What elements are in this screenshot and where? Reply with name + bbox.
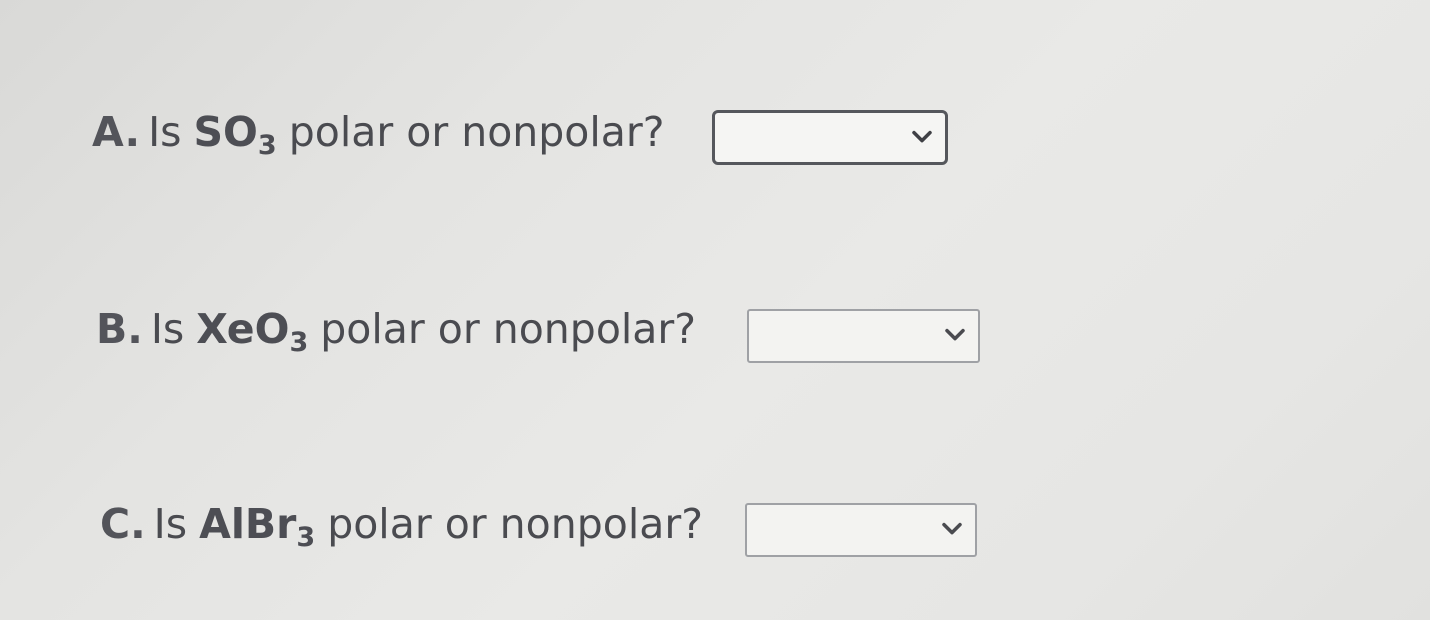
answer-select-c[interactable] [745,503,977,557]
chemical-formula: SO3 [194,112,277,161]
question-c: C. Is AlBr3 polar or nonpolar? [100,500,703,553]
question-c-text: C. Is AlBr3 polar or nonpolar? [100,500,703,553]
question-a: A. Is SO3 polar or nonpolar? [92,108,665,161]
formula-subscript: 3 [296,522,316,553]
question-letter: B. [96,305,143,353]
chevron-down-icon [945,328,965,341]
question-suffix: polar or nonpolar? [327,500,703,548]
formula-subscript: 3 [257,130,277,161]
chemical-formula: XeO3 [196,309,309,358]
question-b: B. Is XeO3 polar or nonpolar? [96,305,697,358]
question-a-text: A. Is SO3 polar or nonpolar? [92,108,665,161]
question-suffix: polar or nonpolar? [320,305,697,353]
chevron-down-icon [912,130,932,142]
formula-base: AlBr [199,500,297,548]
answer-select-a[interactable] [712,110,948,165]
question-prefix: Is [153,500,188,548]
question-b-text: B. Is XeO3 polar or nonpolar? [96,305,697,358]
question-prefix: Is [150,305,185,353]
chemical-formula: AlBr3 [199,504,316,553]
formula-subscript: 3 [289,327,309,358]
chevron-down-icon [942,522,962,535]
question-suffix: polar or nonpolar? [288,108,665,156]
answer-select-b[interactable] [747,309,980,363]
formula-base: SO [193,108,258,156]
question-letter: C. [100,500,146,548]
question-prefix: Is [148,108,182,156]
formula-base: XeO [196,305,290,353]
question-letter: A. [92,108,141,156]
